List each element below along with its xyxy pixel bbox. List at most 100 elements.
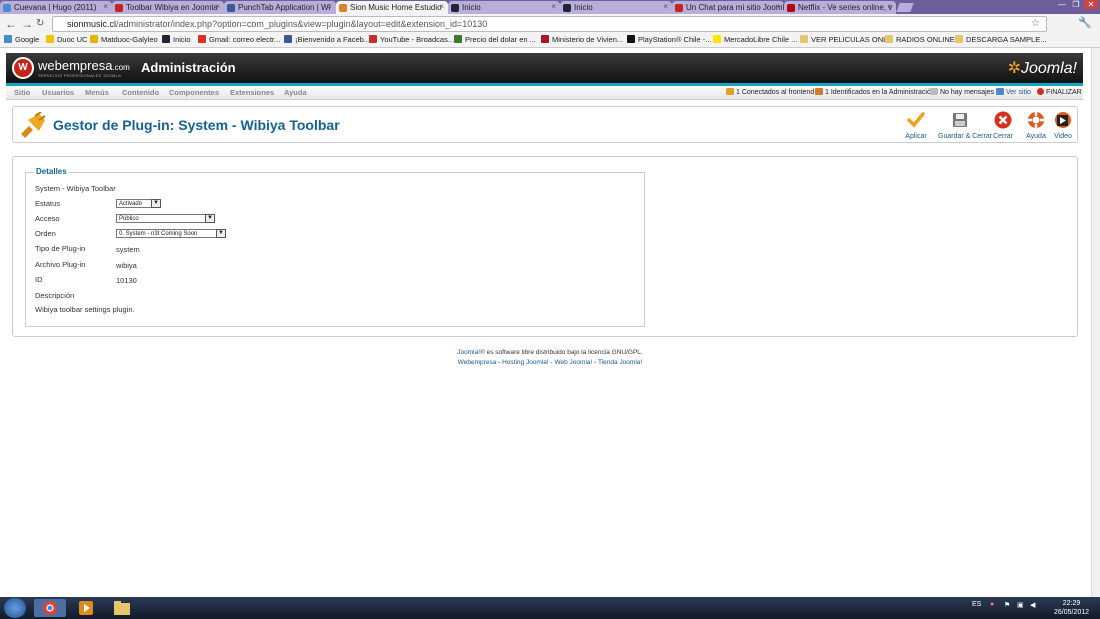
footer-link-tienda[interactable]: Tienda Joomla!: [598, 359, 642, 366]
browser-tab-active[interactable]: Sion Music Home Estudio ×: [336, 1, 448, 14]
bookmark-icon: [162, 35, 170, 43]
footer: Joomla!® es software libre distribuido b…: [0, 348, 1100, 368]
vertical-scrollbar[interactable]: [1091, 48, 1100, 597]
messages-status[interactable]: No hay mensajes: [930, 88, 994, 96]
bookmark-folder[interactable]: VER PELICULAS ONL...: [800, 35, 894, 44]
close-window-icon[interactable]: ✕: [1084, 0, 1098, 9]
order-select[interactable]: 0. System - n3t Coming Soon ▼: [116, 229, 226, 238]
admin-users-status: 1 Identificados en la Administración: [815, 88, 935, 96]
menu-item-sitio[interactable]: Sitio: [14, 88, 30, 97]
id-value: 10130: [116, 276, 137, 285]
bookmark-star-icon[interactable]: ☆: [1031, 18, 1040, 29]
wrench-icon[interactable]: 🔧: [1078, 16, 1092, 29]
bookmarks-bar: Google Duoc UC Matduoc-Galyleo Inicio Gm…: [0, 34, 1100, 48]
explorer-taskbar-icon[interactable]: [106, 599, 138, 617]
footer-link-web[interactable]: Web Joomla!: [555, 359, 593, 366]
menu-item-ayuda[interactable]: Ayuda: [284, 88, 307, 97]
favicon-icon: [339, 4, 347, 12]
video-button[interactable]: Video: [1041, 111, 1085, 140]
flag-icon[interactable]: ⚑: [1004, 601, 1010, 609]
mail-icon: [930, 88, 938, 95]
bookmark-item[interactable]: Ministerio de Vivien...: [541, 35, 623, 44]
close-tab-icon[interactable]: ×: [663, 2, 668, 11]
bookmark-item[interactable]: MercadoLibre Chile ...: [713, 35, 797, 44]
folder-icon: [955, 35, 963, 43]
taskbar: ES ● ⚑ ▣ ◀ 22:29 26/05/2012: [0, 597, 1100, 619]
menu-item-componentes[interactable]: Componentes: [169, 88, 219, 97]
menu-item-menus[interactable]: Menús: [85, 88, 109, 97]
network-icon[interactable]: ▣: [1017, 601, 1024, 609]
close-tab-icon[interactable]: ×: [215, 2, 220, 11]
mercadolibre-icon: [713, 35, 721, 43]
browser-tab-strip: Cuevana | Hugo (2011) × Toolbar Wibiya en…: [0, 0, 1100, 14]
browser-tab[interactable]: Toolbar Wibiya en Joomla ×: [112, 1, 224, 14]
close-tab-icon[interactable]: ×: [439, 2, 444, 11]
minimize-icon[interactable]: —: [1056, 0, 1068, 9]
footer-link-webempresa[interactable]: Webempresa: [458, 359, 497, 366]
bookmark-item[interactable]: Duoc UC: [46, 35, 87, 44]
footer-link-hosting[interactable]: Hosting Joomla!: [502, 359, 549, 366]
close-tab-icon[interactable]: ×: [551, 2, 556, 11]
reload-icon[interactable]: ↻: [36, 18, 44, 29]
back-icon[interactable]: ←: [5, 17, 17, 31]
chrome-taskbar-icon[interactable]: [34, 599, 66, 617]
close-tab-icon[interactable]: ×: [103, 2, 108, 11]
description-value: Wibiya toolbar settings plugin.: [35, 305, 135, 314]
browser-tab[interactable]: Inicio ×: [448, 1, 560, 14]
language-indicator[interactable]: ES: [972, 601, 981, 608]
bookmark-item[interactable]: Precio del dolar en ...: [454, 35, 536, 44]
id-label: ID: [35, 275, 43, 284]
tray-app-icon[interactable]: ●: [990, 601, 994, 608]
status-select[interactable]: Activado ▼: [116, 199, 161, 208]
system-clock[interactable]: 22:29 26/05/2012: [1054, 599, 1089, 617]
apply-button[interactable]: Aplicar: [894, 111, 938, 140]
bookmark-folder[interactable]: RADIOS ONLINE: [885, 35, 955, 44]
facebook-icon: [284, 35, 292, 43]
bookmark-item[interactable]: Inicio: [162, 35, 191, 44]
file-value: wibiya: [116, 261, 137, 270]
close-tab-icon[interactable]: ×: [327, 2, 332, 11]
close-tab-icon[interactable]: ×: [775, 2, 780, 11]
gmail-icon: [198, 35, 206, 43]
browser-tab[interactable]: PunchTab Application | Wi ×: [224, 1, 336, 14]
power-icon: [1037, 88, 1044, 95]
favicon-icon: [787, 4, 795, 12]
view-site-link[interactable]: Ver sitio: [996, 88, 1031, 96]
forward-icon[interactable]: →: [21, 17, 33, 31]
browser-tab[interactable]: Inicio ×: [560, 1, 672, 14]
folder-icon: [885, 35, 893, 43]
browser-tab[interactable]: Netflix - Ve series online, v ×: [784, 1, 896, 14]
media-player-taskbar-icon[interactable]: [70, 599, 102, 617]
url-input[interactable]: sionmusic.cl/administrator/index.php?opt…: [52, 16, 1047, 32]
joomla-link[interactable]: Joomla!®: [457, 349, 485, 356]
bookmark-item[interactable]: Gmail: correo electr...: [198, 35, 280, 44]
windows-start-icon[interactable]: [4, 598, 26, 618]
bookmark-item[interactable]: ¡Bienvenido a Faceb...: [284, 35, 370, 44]
details-fieldset: Detalles System - Wibiya Toolbar Estatus…: [25, 167, 645, 327]
bookmark-item[interactable]: Matduoc-Galyleo: [90, 35, 158, 44]
restore-icon[interactable]: ❐: [1070, 0, 1082, 9]
joomla-logo: ✲Joomla!: [1007, 60, 1077, 77]
close-icon: [994, 111, 1012, 129]
logout-link[interactable]: FINALIZAR: [1037, 88, 1082, 96]
brand-subtitle: SERVICIOS PROFESIONALES JOOMLA: [38, 73, 122, 78]
bookmark-icon: [90, 35, 98, 43]
save-close-button[interactable]: Guardar & Cerrar: [938, 111, 992, 140]
toolbar-box: Gestor de Plug-in: System - Wibiya Toolb…: [12, 106, 1078, 143]
menu-item-usuarios[interactable]: Usuarios: [42, 88, 74, 97]
bookmark-folder[interactable]: DESCARGA SAMPLE...: [955, 35, 1046, 44]
order-label: Orden: [35, 229, 56, 238]
new-tab-button[interactable]: [896, 3, 914, 12]
bookmark-item[interactable]: YouTube - Broadcas...: [369, 35, 454, 44]
browser-tab[interactable]: Un Chat para mi sitio Jooml ×: [672, 1, 784, 14]
menu-item-extensiones[interactable]: Extensiones: [230, 88, 274, 97]
menu-item-contenido[interactable]: Contenido: [122, 88, 159, 97]
bookmark-item[interactable]: Google: [4, 35, 39, 44]
browser-tab[interactable]: Cuevana | Hugo (2011) ×: [0, 1, 112, 14]
chevron-down-icon: ▼: [205, 214, 215, 223]
type-value: system: [116, 245, 140, 254]
bookmark-item[interactable]: PlayStation® Chile -...: [627, 35, 711, 44]
access-select[interactable]: Público ▼: [116, 214, 215, 223]
volume-icon[interactable]: ◀: [1030, 601, 1035, 609]
close-tab-icon[interactable]: ×: [887, 2, 892, 11]
